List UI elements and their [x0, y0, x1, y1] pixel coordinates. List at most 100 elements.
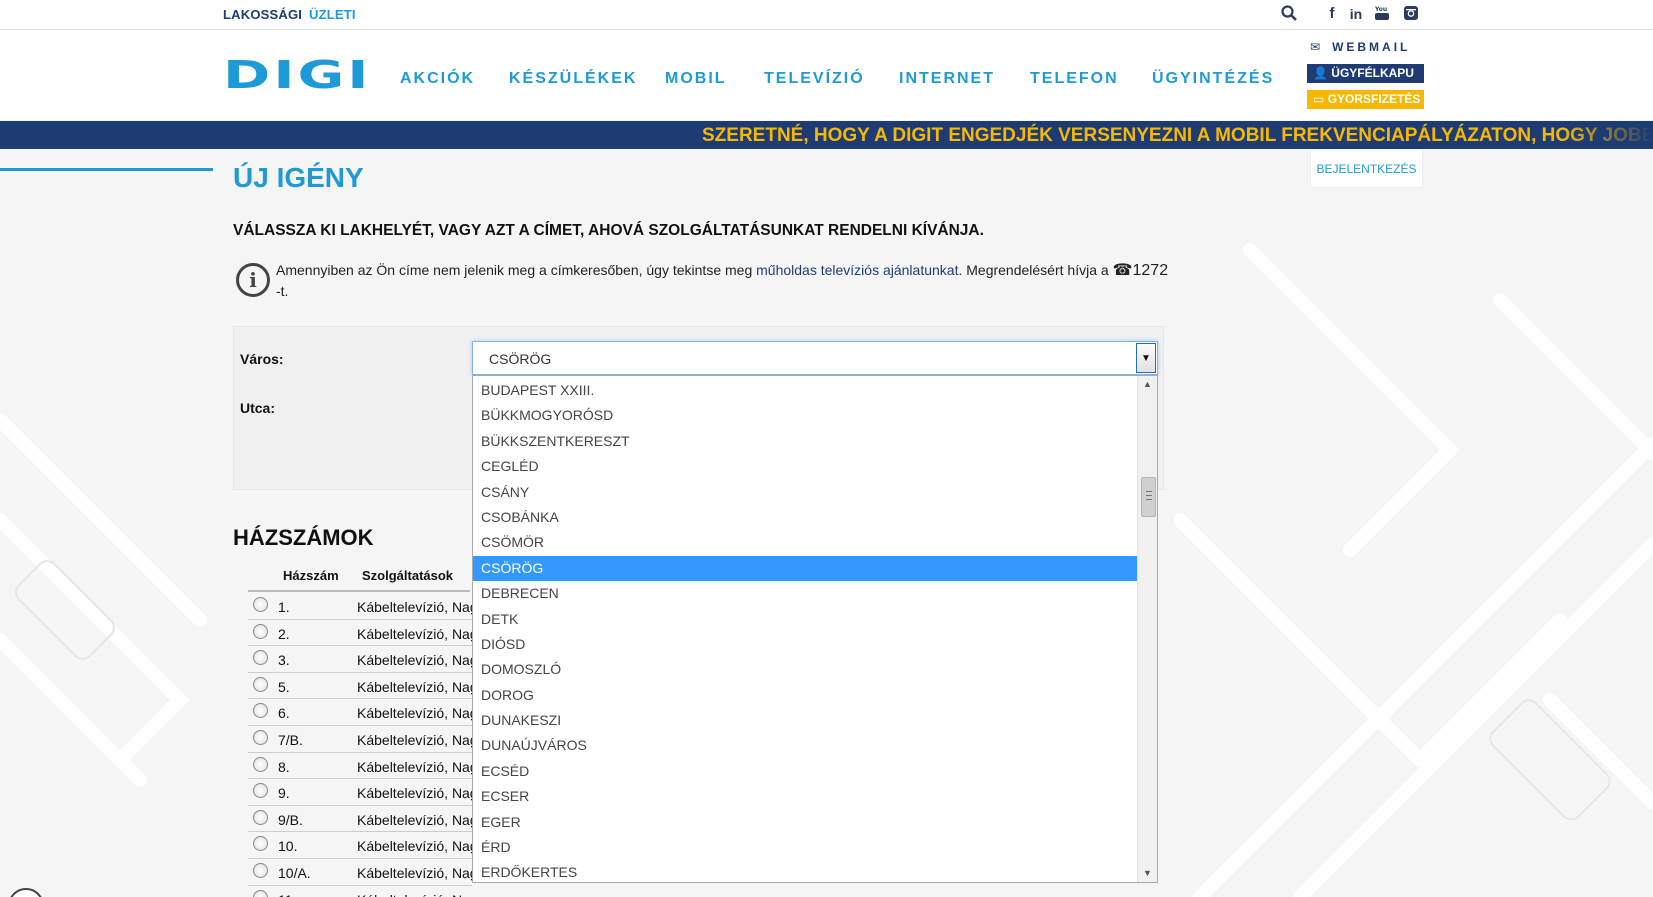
youtube-icon[interactable]: You	[1373, 5, 1391, 23]
city-option[interactable]: DUNAKESZI	[473, 708, 1137, 733]
table-row[interactable]: 3. Kábeltelevízió, Nagysebességű internet…	[248, 646, 472, 673]
street-label: Utca:	[240, 400, 276, 416]
city-option[interactable]: DEBRECEN	[473, 581, 1137, 606]
segment-business[interactable]: ÜZLETI	[309, 7, 356, 22]
house-numbers-title: HÁZSZÁMOK	[233, 525, 374, 550]
envelope-icon: ✉	[1310, 40, 1321, 54]
chevron-down-icon[interactable]: ▼	[1136, 343, 1156, 373]
nav-televizio[interactable]: TELEVÍZIÓ	[764, 70, 865, 88]
table-row[interactable]: 9/B. Kábeltelevízió, Nagysebességű intern…	[248, 806, 472, 833]
dropdown-scrollbar[interactable]: ▲ ▼	[1137, 376, 1157, 882]
webmail-label: WEBMAIL	[1332, 40, 1411, 54]
scroll-up-icon[interactable]: ▲	[1138, 376, 1157, 393]
city-option[interactable]: CEGLÉD	[473, 454, 1137, 479]
city-option[interactable]: DUNAÚJVÁROS	[473, 733, 1137, 758]
table-row[interactable]: 5. Kábeltelevízió, Nagysebességű internet…	[248, 673, 472, 700]
card-icon: ▭	[1313, 92, 1325, 106]
scroll-down-icon[interactable]: ▼	[1138, 865, 1157, 882]
house-radio[interactable]	[253, 809, 268, 825]
nav-akciok[interactable]: AKCIÓK	[400, 70, 475, 88]
nav-internet[interactable]: INTERNET	[899, 70, 995, 88]
info-after: Megrendelésért hívja a	[962, 262, 1113, 278]
house-radio[interactable]	[253, 862, 268, 878]
search-icon[interactable]	[1280, 5, 1298, 23]
house-radio[interactable]	[253, 703, 268, 719]
city-option[interactable]: CSÁNY	[473, 480, 1137, 505]
info-before: Amennyiben az Ön címe nem jelenik meg a …	[276, 262, 757, 278]
webmail-link[interactable]: ✉ WEBMAIL	[1310, 40, 1410, 54]
city-option[interactable]: BUDAPEST XXIII.	[473, 378, 1137, 403]
digi-logo[interactable]: DIGI	[223, 56, 372, 94]
house-radio[interactable]	[253, 623, 268, 639]
city-option[interactable]: ERDŐKERTES	[473, 860, 1137, 882]
table-row[interactable]: 10/A. Kábeltelevízió, Nagysebességű inter…	[248, 859, 472, 886]
house-radio[interactable]	[253, 650, 268, 666]
accent-line	[0, 168, 213, 171]
table-row[interactable]: 9. Kábeltelevízió, Nagysebességű internet…	[248, 779, 472, 806]
city-option[interactable]: ÉRD	[473, 835, 1137, 860]
city-option[interactable]: ECSÉD	[473, 759, 1137, 784]
gyorsfizetes-label: GYORSFIZETÉS	[1327, 92, 1421, 106]
table-row[interactable]: 8. Kábeltelevízió, Nagysebességű internet…	[248, 753, 472, 780]
city-option[interactable]: ECSER	[473, 784, 1137, 809]
house-services: Kábeltelevízió, Nagysebességű internet, …	[357, 705, 472, 722]
city-option[interactable]: CSÖMÖR	[473, 530, 1137, 555]
house-radio[interactable]	[253, 836, 268, 852]
city-option[interactable]: CSÖRÖG	[473, 555, 1137, 582]
instagram-icon[interactable]	[1402, 5, 1420, 23]
house-number: 6.	[278, 705, 290, 722]
city-select[interactable]: CSÖRÖG ▼	[472, 341, 1158, 375]
house-radio[interactable]	[253, 729, 268, 745]
segment-residential[interactable]: LAKOSSÁGI	[223, 7, 302, 22]
ugyfelkapu-button[interactable]: 👤 ÜGYFÉLKAPU	[1307, 64, 1424, 83]
house-radio[interactable]	[253, 783, 268, 799]
nav-telefon[interactable]: TELEFON	[1030, 70, 1119, 88]
house-number: 7/B.	[278, 731, 303, 748]
house-radio[interactable]	[253, 676, 268, 692]
svg-text:You: You	[1374, 6, 1387, 13]
main-header: DIGI AKCIÓK KÉSZÜLÉKEK MOBIL TELEVÍZIÓ I…	[0, 30, 1653, 120]
nav-ugyintezes[interactable]: ÜGYINTÉZÉS	[1152, 70, 1274, 88]
gyorsfizetes-button[interactable]: ▭ GYORSFIZETÉS	[1307, 90, 1424, 109]
info-tail: -t.	[276, 283, 289, 299]
city-option[interactable]: BÜKKMOGYORÓSD	[473, 403, 1137, 428]
user-icon: 👤	[1313, 66, 1328, 80]
top-bar: LAKOSSÁGI ÜZLETI f in You	[0, 0, 1653, 30]
table-row[interactable]: 7/B. Kábeltelevízió, Nagysebességű intern…	[248, 726, 472, 753]
table-row[interactable]: 6. Kábeltelevízió, Nagysebességű internet…	[248, 699, 472, 726]
facebook-icon[interactable]: f	[1323, 5, 1341, 23]
city-option[interactable]: DOROG	[473, 683, 1137, 708]
city-option[interactable]: EGER	[473, 810, 1137, 835]
city-options: BUDAPEST XXIII. BÜKKMOGYORÓSD BÜKKSZENTKER…	[473, 378, 1137, 882]
house-radio[interactable]	[253, 597, 268, 612]
city-option[interactable]: DETK	[473, 607, 1137, 632]
table-row[interactable]: 11. Kábeltelevízió, Nagysebességű interne…	[248, 886, 472, 897]
ticker-text: SZERETNÉ, HOGY A DIGIT ENGEDJÉK VERSENYE…	[702, 125, 1653, 146]
nav-mobil[interactable]: MOBIL	[665, 70, 727, 88]
city-option[interactable]: DIÓSD	[473, 632, 1137, 657]
nav-keszulekek[interactable]: KÉSZÜLÉKEK	[509, 70, 637, 88]
table-row[interactable]: 10. Kábeltelevízió, Nagysebességű interne…	[248, 832, 472, 859]
login-tab[interactable]: BEJELENTKEZÉS	[1310, 150, 1423, 188]
page-title: ÚJ IGÉNY	[233, 162, 364, 193]
house-radio[interactable]	[253, 756, 268, 772]
instruction-text: VÁLASSZA KI LAKHELYÉT, VAGY AZT A CÍMET,…	[233, 222, 984, 239]
house-number: 1.	[278, 599, 290, 615]
city-option[interactable]: DOMOSZLÓ	[473, 657, 1137, 682]
linkedin-icon[interactable]: in	[1347, 5, 1365, 23]
house-number: 11.	[278, 892, 296, 897]
city-option[interactable]: CSOBÁNKA	[473, 505, 1137, 530]
house-number: 5.	[278, 678, 290, 695]
ticker-fade	[1563, 121, 1653, 149]
scrollbar-thumb[interactable]	[1141, 477, 1156, 517]
city-option[interactable]: BÜKKSZENTKERESZT	[473, 429, 1137, 454]
news-ticker[interactable]: SZERETNÉ, HOGY A DIGIT ENGEDJÉK VERSENYE…	[0, 121, 1653, 149]
house-services: Kábeltelevízió, Nagysebességű internet, …	[357, 625, 472, 642]
house-radio[interactable]	[253, 889, 268, 897]
satellite-offer-link[interactable]: műholdas televíziós ajánlatunkat.	[756, 262, 962, 278]
table-row[interactable]: 2. Kábeltelevízió, Nagysebességű internet…	[248, 620, 472, 647]
city-select-value: CSÖRÖG	[489, 351, 552, 367]
ugyfelkapu-label: ÜGYFÉLKAPU	[1331, 66, 1414, 80]
city-dropdown-list[interactable]: BUDAPEST XXIII. BÜKKMOGYORÓSD BÜKKSZENTKER…	[472, 375, 1158, 883]
table-row[interactable]: 1. Kábeltelevízió, Nagysebességű internet…	[248, 593, 472, 620]
